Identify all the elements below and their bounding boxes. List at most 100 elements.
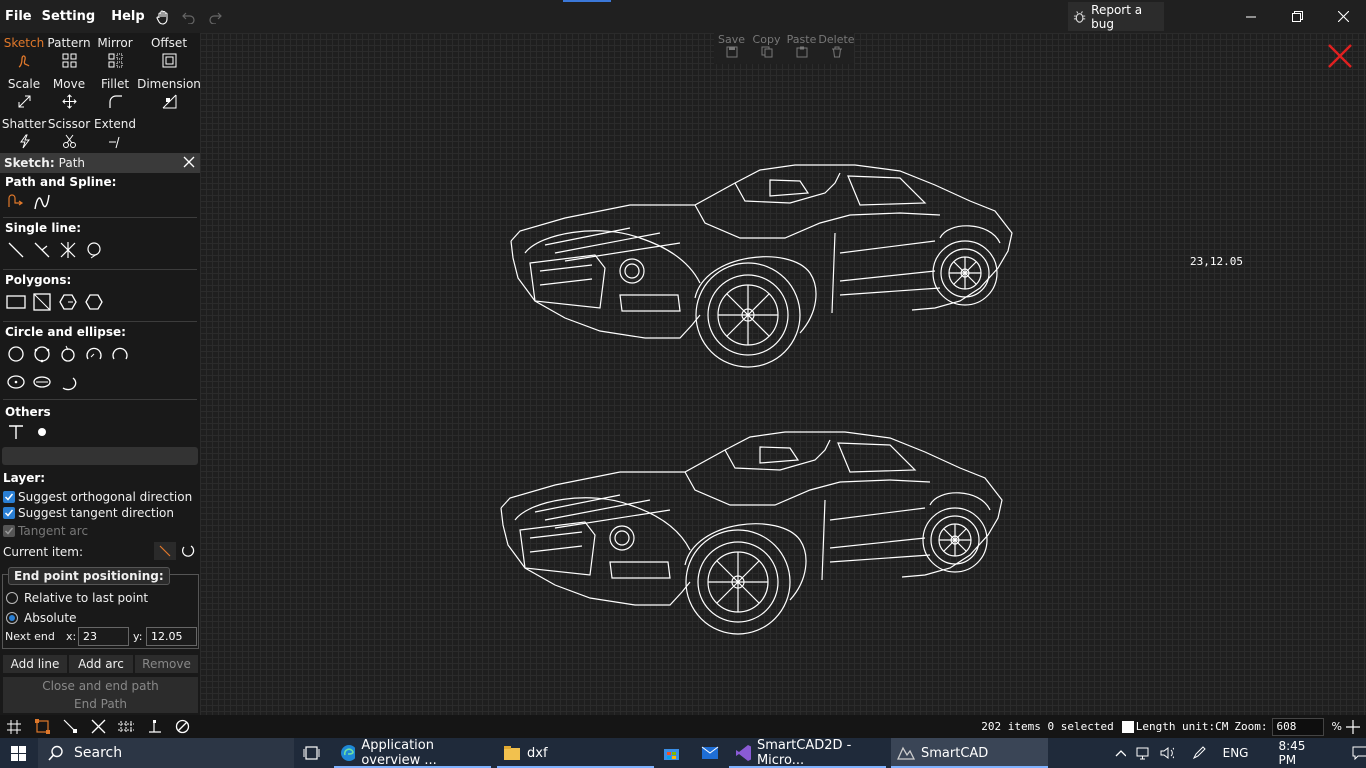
taskbar-app-smartcad[interactable]: SmartCAD xyxy=(891,738,1048,768)
polygon-circumscribed-tool[interactable] xyxy=(83,291,105,313)
arc-tool[interactable] xyxy=(83,343,105,365)
point-tool[interactable] xyxy=(31,421,53,443)
path-tool[interactable] xyxy=(5,191,27,213)
report-bug-button[interactable]: Report a bug xyxy=(1068,2,1164,31)
chevron-up-icon[interactable] xyxy=(1115,747,1126,759)
elliptic-arc-tool[interactable] xyxy=(57,371,79,393)
tangent-direction-option[interactable]: Suggest tangent direction xyxy=(3,506,174,520)
task-view-button[interactable] xyxy=(303,745,320,765)
taskbar-search[interactable]: Search xyxy=(38,738,294,768)
delete-button[interactable]: Delete xyxy=(818,32,855,64)
tool-move[interactable]: Move xyxy=(45,76,93,114)
rectangle-tool[interactable] xyxy=(5,291,27,313)
close-icon[interactable] xyxy=(182,155,196,169)
taskbar-app-store[interactable] xyxy=(663,745,680,765)
tangent-arc-option[interactable]: Tangent arc xyxy=(3,524,88,538)
tool-offset[interactable]: Offset xyxy=(145,35,193,73)
absolute-radio[interactable]: Absolute xyxy=(6,611,76,625)
relative-radio[interactable]: Relative to last point xyxy=(6,591,148,605)
y-input[interactable]: 12.05 xyxy=(146,627,197,646)
snap-off-toggle[interactable] xyxy=(168,715,196,738)
polygon-tool[interactable] xyxy=(57,291,79,313)
pen-icon[interactable] xyxy=(1192,746,1207,760)
close-sketch-icon[interactable] xyxy=(1326,42,1354,70)
report-bug-label: Report a bug xyxy=(1091,2,1143,31)
add-line-button[interactable]: Add line xyxy=(3,655,67,673)
copy-button[interactable]: Copy xyxy=(749,32,784,64)
circle-three-point-tool[interactable] xyxy=(31,343,53,365)
end-path-button[interactable]: End Path xyxy=(3,695,198,713)
tool-pattern[interactable]: Pattern xyxy=(45,35,93,73)
check-icon[interactable] xyxy=(3,491,15,503)
close-end-path-button[interactable]: Close and end path xyxy=(3,677,198,695)
add-arc-button[interactable]: Add arc xyxy=(69,655,133,673)
check-icon[interactable] xyxy=(3,525,15,537)
taskbar-app-edge[interactable]: Application overview ... xyxy=(334,738,491,768)
hand-pan-icon[interactable] xyxy=(150,4,176,30)
taskbar-app-visual-studio[interactable]: SmartCAD2D - Micro... xyxy=(729,738,886,768)
windows-start-button[interactable] xyxy=(11,746,26,765)
clock[interactable]: 8:45 PM xyxy=(1278,739,1321,767)
taskbar-app-mail[interactable] xyxy=(701,746,719,764)
snap-intersection-toggle[interactable] xyxy=(84,715,112,738)
menu-help[interactable]: Help xyxy=(106,9,149,24)
tool-extend[interactable]: Extend xyxy=(91,116,139,154)
extend-icon xyxy=(108,136,119,149)
rectangle-diagonal-tool[interactable] xyxy=(31,291,53,313)
line-perpendicular-tool[interactable] xyxy=(31,239,53,261)
remove-button[interactable]: Remove xyxy=(135,655,198,673)
text-tool[interactable] xyxy=(5,421,27,443)
search-icon xyxy=(48,745,63,761)
tool-panel: Sketch Pattern Mirror Offset Scale Move … xyxy=(0,33,201,715)
zoom-input[interactable]: 608 xyxy=(1271,717,1324,736)
line-bisector-tool[interactable] xyxy=(57,239,79,261)
close-window-button[interactable] xyxy=(1320,0,1366,33)
current-line-item[interactable] xyxy=(154,542,176,560)
line-tool[interactable] xyxy=(5,239,27,261)
tool-mirror[interactable]: Mirror xyxy=(91,35,139,73)
snap-perpendicular-toggle[interactable] xyxy=(140,715,168,738)
tool-fillet[interactable]: Fillet xyxy=(91,76,139,114)
radio-icon[interactable] xyxy=(6,612,18,624)
taskbar-app-explorer[interactable]: dxf xyxy=(497,738,654,768)
grid-toggle[interactable] xyxy=(0,715,28,738)
tool-sketch[interactable]: Sketch xyxy=(0,35,48,73)
ellipse-axis-tool[interactable] xyxy=(31,371,53,393)
tool-shatter[interactable]: Shatter xyxy=(0,116,48,154)
layer-select-bar[interactable] xyxy=(2,447,198,465)
snap-endpoint-toggle[interactable] xyxy=(56,715,84,738)
restore-button[interactable] xyxy=(1274,0,1320,33)
x-input[interactable]: 23 xyxy=(78,627,129,646)
paste-button[interactable]: Paste xyxy=(784,32,819,64)
circle-tool[interactable] xyxy=(5,343,27,365)
arc-three-point-tool[interactable] xyxy=(109,343,131,365)
undo-icon[interactable] xyxy=(176,4,202,30)
check-icon[interactable] xyxy=(3,507,15,519)
ellipse-tool[interactable] xyxy=(5,371,27,393)
language-indicator[interactable]: ENG xyxy=(1223,746,1249,760)
spline-tool[interactable] xyxy=(31,191,53,213)
redo-icon[interactable] xyxy=(202,4,228,30)
menu-file[interactable]: File xyxy=(0,9,37,24)
network-icon[interactable] xyxy=(1136,746,1150,760)
line-perpendicular-icon xyxy=(34,242,50,258)
move-cross-icon[interactable] xyxy=(1346,719,1360,734)
length-unit[interactable]: Length unit:CM xyxy=(1136,720,1229,733)
tool-dimension[interactable]: Dimension xyxy=(137,76,201,114)
unit-color-swatch[interactable] xyxy=(1121,720,1134,733)
notification-icon[interactable] xyxy=(1352,746,1366,760)
menu-setting[interactable]: Setting xyxy=(37,9,101,24)
snap-corner-toggle[interactable] xyxy=(28,715,56,738)
drawing-canvas[interactable] xyxy=(200,33,1366,715)
tool-scale[interactable]: Scale xyxy=(0,76,48,114)
current-arc-item[interactable] xyxy=(178,542,198,560)
circle-tangent-tool[interactable] xyxy=(57,343,79,365)
line-tangent-tool[interactable] xyxy=(83,239,105,261)
orthogonal-option[interactable]: Suggest orthogonal direction xyxy=(3,490,192,504)
snap-grid-toggle[interactable] xyxy=(112,715,140,738)
radio-icon[interactable] xyxy=(6,592,18,604)
save-button[interactable]: Save xyxy=(714,32,749,64)
volume-icon[interactable] xyxy=(1160,746,1175,760)
minimize-button[interactable] xyxy=(1228,0,1274,33)
tool-scissor[interactable]: Scissor xyxy=(45,116,93,154)
